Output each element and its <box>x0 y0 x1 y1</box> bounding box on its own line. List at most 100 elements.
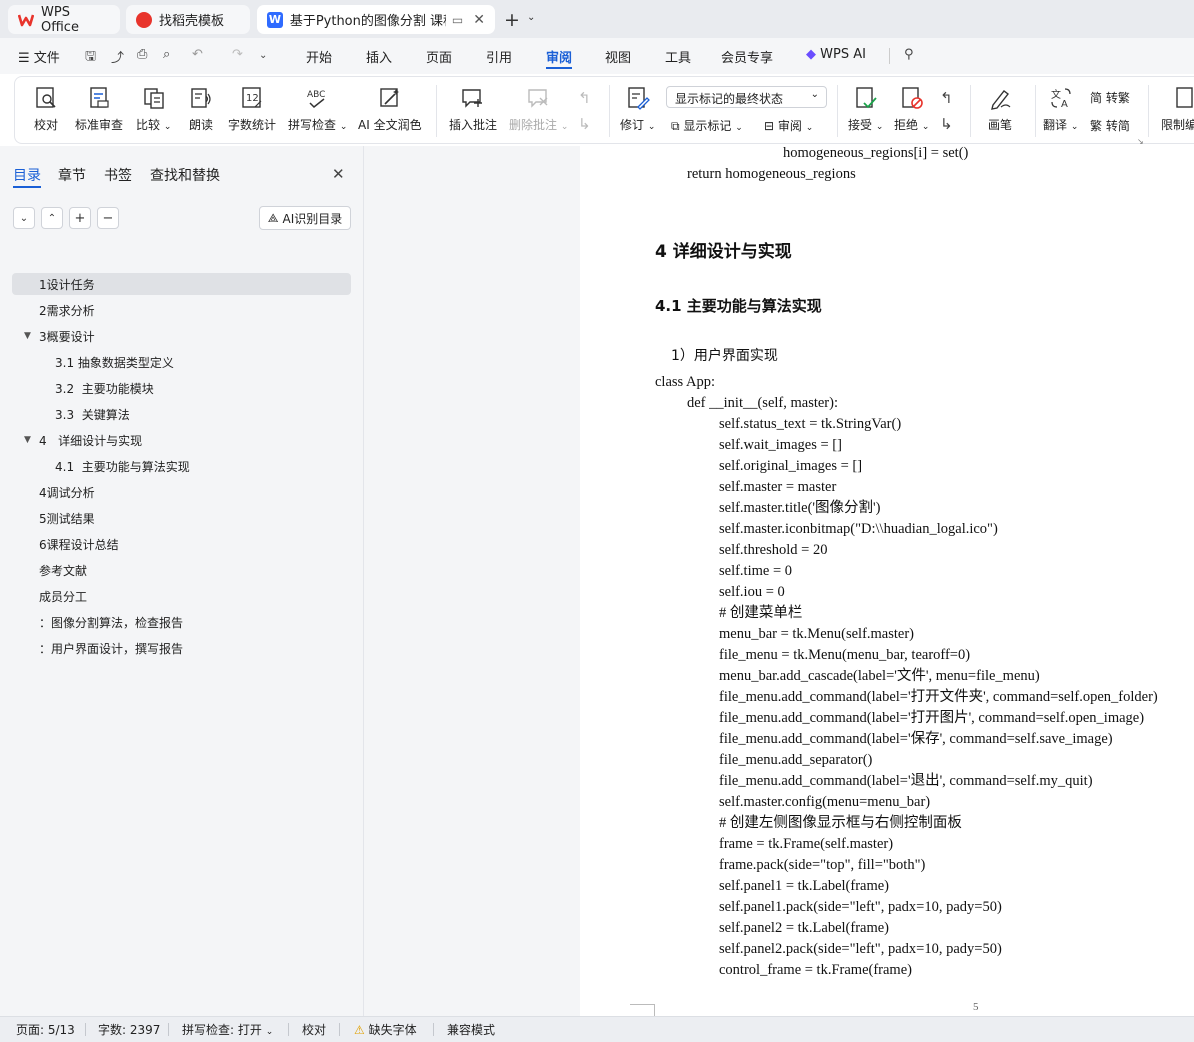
ai-toc-button[interactable]: ⟁ AI识别目录 <box>259 206 351 230</box>
to-simplified-button[interactable]: 繁 转简 <box>1090 117 1130 134</box>
track-changes-button[interactable]: 修订 ⌄ <box>620 85 655 133</box>
nav-tab-toc[interactable]: 目录 <box>13 165 41 185</box>
toc-item[interactable]: 5测试结果 <box>12 507 351 529</box>
translate-button[interactable]: 文A 翻译 ⌄ <box>1043 85 1078 133</box>
to-traditional-button[interactable]: 简 转繁 <box>1090 89 1130 106</box>
menu-review[interactable]: 审阅 <box>546 47 572 66</box>
next-change-icon[interactable]: ↳ <box>940 115 953 133</box>
menu-wps-ai[interactable]: ◆ WPS AI <box>806 47 866 62</box>
menu-file[interactable]: ☰ 文件 <box>18 47 60 66</box>
previous-change-icon[interactable]: ↰ <box>940 89 953 107</box>
toc-item[interactable]: ：图像分割算法，检查报告 <box>12 611 351 633</box>
compare-label-wrap: 比较 ⌄ <box>136 116 171 133</box>
code-line: file_menu.add_command(label='打开图片', comm… <box>719 710 1145 726</box>
toc-item[interactable]: 成员分工 <box>12 585 351 607</box>
add-heading-button[interactable]: + <box>69 207 91 229</box>
export-icon[interactable]: ⤴ <box>111 47 124 66</box>
word-count-button[interactable]: 12 字数统计 <box>228 85 276 133</box>
compare-button[interactable]: 比较 ⌄ <box>136 85 171 133</box>
code-line: control_frame = tk.Frame(frame) <box>719 962 912 978</box>
reject-button[interactable]: 拒绝 ⌄ <box>894 85 929 133</box>
nav-tab-bookmarks[interactable]: 书签 <box>104 165 132 185</box>
standard-review-button[interactable]: 标准审查 <box>75 85 123 133</box>
expand-caret-icon[interactable]: ▼ <box>24 331 31 341</box>
remove-heading-button[interactable]: − <box>97 207 119 229</box>
tab-template[interactable]: 找稻壳模板 <box>126 5 250 34</box>
ai-toc-label: AI识别目录 <box>282 211 343 226</box>
tab-document[interactable]: W 基于Python的图像分割 课程设 ▭ ✕ <box>257 5 495 34</box>
expand-corner-icon[interactable]: ↘ <box>1137 137 1144 146</box>
close-panel-icon[interactable]: ✕ <box>332 165 345 183</box>
toc-item-label: 3概要设计 <box>39 329 95 344</box>
more-icon[interactable]: ⌄ <box>259 50 267 61</box>
save-icon[interactable]: 🖫 <box>85 47 96 69</box>
show-markup-button[interactable]: ⧉ 显示标记 ⌄ <box>671 117 743 134</box>
ai-polish-label: AI 全文润色 <box>358 118 422 132</box>
review-ribbon: 校对 标准审查 比较 ⌄ 朗读 12 字数统计 ABC 拼写检查 ⌄ AI 全文… <box>14 76 1194 146</box>
proofread-button[interactable]: 校对 <box>33 85 59 133</box>
ai-polish-button[interactable]: AI 全文润色 <box>358 85 422 133</box>
toc-item[interactable]: ：用户界面设计，撰写报告 <box>12 637 351 659</box>
toc-item[interactable]: 2需求分析 <box>12 299 351 321</box>
tab-wps-office[interactable]: WPS Office <box>8 5 120 35</box>
spell-check-indicator[interactable]: 拼写检查: 打开 ⌄ <box>182 1021 273 1038</box>
new-tab-icon[interactable]: + <box>504 9 520 31</box>
monitor-icon[interactable]: ▭ <box>452 13 463 27</box>
pen-icon <box>991 90 1011 110</box>
delete-comment-button[interactable]: 删除批注 ⌄ <box>509 85 568 133</box>
collapse-all-button[interactable]: ⌄ <box>13 207 35 229</box>
chevron-down-icon: ⌄ <box>339 122 348 132</box>
spell-check-button[interactable]: ABC 拼写检查 ⌄ <box>288 85 347 133</box>
menu-home[interactable]: 开始 <box>306 47 332 66</box>
word-doc-icon: W <box>267 11 283 28</box>
menu-member[interactable]: 会员专享 <box>721 47 773 66</box>
page-indicator[interactable]: 页面: 5/13 <box>16 1021 75 1038</box>
read-aloud-button[interactable]: 朗读 <box>188 85 214 133</box>
document-page[interactable]: homogeneous_regions[i] = set() return hom… <box>580 146 1194 1016</box>
markup-mode-select[interactable]: 显示标记的最终状态 ⌄ <box>666 86 827 108</box>
toc-item[interactable]: 3.2 主要功能模块 <box>12 377 351 399</box>
toc-item[interactable]: 1设计任务 <box>12 273 351 295</box>
toc-item[interactable]: ▼ 4 详细设计与实现 <box>12 429 351 451</box>
code-line: self.threshold = 20 <box>719 542 828 558</box>
next-comment-icon[interactable]: ↳ <box>578 115 591 133</box>
insert-comment-button[interactable]: 插入批注 <box>449 85 497 133</box>
previous-comment-icon[interactable]: ↰ <box>578 89 591 107</box>
expand-caret-icon[interactable]: ▼ <box>24 435 31 445</box>
active-tab-indicator <box>546 67 572 69</box>
toc-item[interactable]: 4调试分析 <box>12 481 351 503</box>
menu-tools[interactable]: 工具 <box>665 47 691 66</box>
menu-reference[interactable]: 引用 <box>486 47 512 66</box>
print-icon[interactable]: ⎙ <box>137 47 147 62</box>
toc-item-label: 6课程设计总结 <box>39 537 119 552</box>
review-pane-button[interactable]: ⊟ 审阅 ⌄ <box>764 117 813 134</box>
toc-item[interactable]: 4.1 主要功能与算法实现 <box>12 455 351 477</box>
print-preview-icon[interactable]: ⌕ <box>163 47 170 62</box>
toc-item[interactable]: 6课程设计总结 <box>12 533 351 555</box>
menu-page[interactable]: 页面 <box>426 47 452 66</box>
toc-item[interactable]: 3.3 关键算法 <box>12 403 351 425</box>
toc-item-label: 3.1 抽象数据类型定义 <box>55 355 174 370</box>
undo-icon[interactable]: ↶ <box>192 47 203 62</box>
proof-indicator[interactable]: 校对 <box>302 1021 326 1038</box>
menu-view[interactable]: 视图 <box>605 47 631 66</box>
chevron-down-icon[interactable]: ⌄ <box>527 12 535 23</box>
close-icon[interactable]: ✕ <box>473 12 485 28</box>
missing-font-indicator[interactable]: ⚠ 缺失字体 <box>354 1021 417 1038</box>
search-icon[interactable]: ⚲ <box>904 47 914 62</box>
word-count-indicator[interactable]: 字数: 2397 <box>98 1021 160 1038</box>
toc-item[interactable]: ▼ 3概要设计 <box>12 325 351 347</box>
compat-mode-indicator[interactable]: 兼容模式 <box>447 1021 495 1038</box>
accept-icon <box>855 87 877 109</box>
toc-item[interactable]: 参考文献 <box>12 559 351 581</box>
expand-up-button[interactable]: ⌃ <box>41 207 63 229</box>
restrict-edit-button[interactable]: 限制编 <box>1161 85 1194 133</box>
accept-button[interactable]: 接受 ⌄ <box>848 85 883 133</box>
redo-icon[interactable]: ↷ <box>232 47 243 62</box>
track-changes-icon <box>627 87 650 110</box>
menu-insert[interactable]: 插入 <box>366 47 392 66</box>
nav-tab-sections[interactable]: 章节 <box>58 165 86 185</box>
toc-item[interactable]: 3.1 抽象数据类型定义 <box>12 351 351 373</box>
pen-button[interactable]: 画笔 <box>987 85 1013 133</box>
nav-tab-find-replace[interactable]: 查找和替换 <box>150 165 220 185</box>
